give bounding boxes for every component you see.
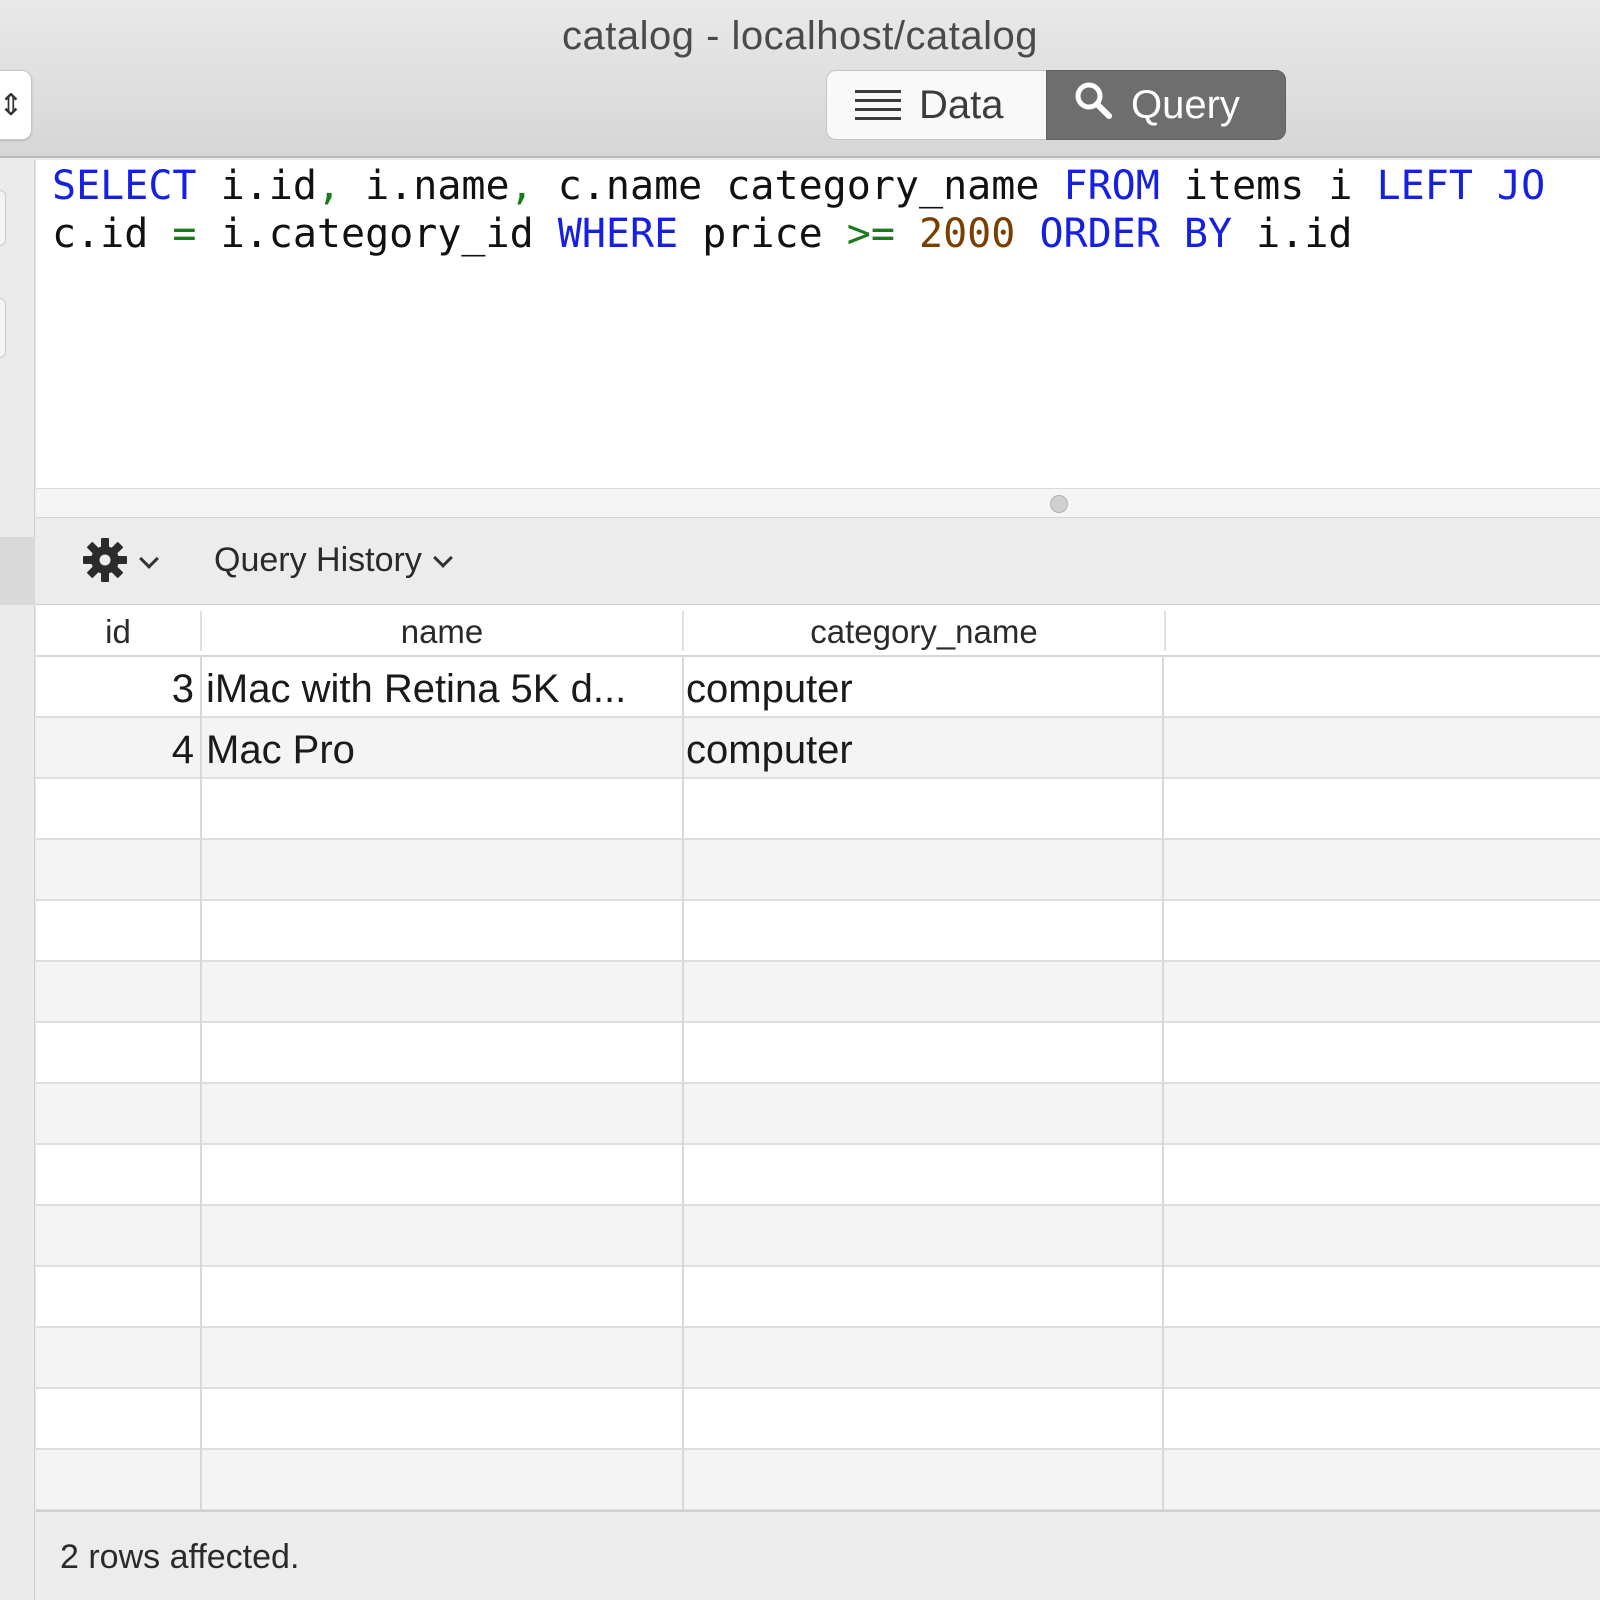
table-row[interactable]	[36, 1389, 1600, 1450]
sql-token: i.name	[341, 163, 510, 209]
cell-id[interactable]: 4	[36, 728, 194, 773]
column-gridline	[200, 657, 202, 1510]
column-header-name[interactable]: name	[202, 613, 682, 651]
list-lines-icon	[855, 84, 901, 126]
column-gridline	[682, 657, 684, 1510]
sql-token: SELECT	[52, 163, 197, 209]
cell-name[interactable]: Mac Pro	[206, 728, 676, 773]
chevron-down-icon	[432, 547, 453, 568]
column-separator[interactable]	[1164, 611, 1166, 651]
query-history-button[interactable]: Query History	[214, 541, 453, 580]
cell-id[interactable]: 3	[36, 667, 194, 712]
sql-token: price	[678, 211, 847, 257]
sql-token: c.name category_name	[533, 163, 1064, 209]
table-row[interactable]	[36, 962, 1600, 1023]
sql-token: WHERE	[557, 211, 679, 257]
sql-token: c.id	[52, 211, 173, 257]
table-row[interactable]	[36, 1450, 1600, 1510]
tab-data[interactable]: Data	[826, 70, 1046, 140]
sql-token: i.id	[196, 163, 317, 209]
sql-token: 2000	[919, 211, 1016, 257]
column-header-id[interactable]: id	[36, 613, 200, 651]
query-history-label: Query History	[214, 541, 422, 579]
window-titlebar: catalog - localhost/catalog ⇕ Data Query	[0, 0, 1600, 158]
sidebar-control[interactable]	[0, 190, 6, 246]
sql-token: =	[172, 211, 197, 257]
table-row[interactable]	[36, 779, 1600, 840]
sql-token: FROM	[1063, 163, 1160, 209]
query-toolbar: Query History	[36, 519, 1600, 605]
table-row[interactable]	[36, 1145, 1600, 1206]
sql-line-2: c.id = i.category_id WHERE price >= 2000…	[52, 210, 1545, 258]
table-row[interactable]: 3 iMac with Retina 5K d... computer	[36, 657, 1600, 718]
table-row[interactable]: 4 Mac Pro computer	[36, 718, 1600, 779]
window-title: catalog - localhost/catalog	[562, 14, 1038, 58]
sql-token: i.category_id	[196, 211, 558, 257]
column-gridline	[1162, 657, 1164, 1510]
chevron-up-down-icon: ⇕	[0, 88, 24, 122]
table-row[interactable]	[36, 1023, 1600, 1084]
table-row[interactable]	[36, 1328, 1600, 1389]
column-header-category-name[interactable]: category_name	[684, 613, 1164, 651]
tab-query-label: Query	[1131, 82, 1240, 127]
table-body: 3 iMac with Retina 5K d... computer 4 Mac Pr…	[36, 657, 1600, 1510]
search-icon	[1073, 80, 1113, 130]
status-text: 2 rows affected.	[60, 1538, 300, 1576]
table-row[interactable]	[36, 1206, 1600, 1267]
cell-name[interactable]: iMac with Retina 5K d...	[206, 667, 676, 712]
sql-token: >=	[846, 211, 895, 257]
sql-token: ,	[509, 163, 534, 209]
gear-menu-button[interactable]	[82, 537, 159, 588]
sql-token: items i	[1159, 163, 1377, 209]
sql-editor[interactable]: SELECT i.id, i.name, c.name category_nam…	[36, 160, 1600, 488]
results-table[interactable]: id name category_name 3 iMac with Retina …	[36, 605, 1600, 1510]
gear-icon	[82, 537, 128, 588]
status-bar: 2 rows affected.	[36, 1510, 1600, 1600]
divider-handle[interactable]	[1050, 495, 1068, 513]
table-row[interactable]	[36, 1267, 1600, 1328]
table-row[interactable]	[36, 901, 1600, 962]
sql-text[interactable]: SELECT i.id, i.name, c.name category_nam…	[52, 162, 1545, 258]
tab-query[interactable]: Query	[1046, 70, 1286, 140]
sql-token: LEFT JO	[1376, 163, 1546, 209]
cell-category-name[interactable]: computer	[686, 728, 1156, 773]
table-row[interactable]	[36, 1084, 1600, 1145]
sql-token: i.id	[1232, 211, 1353, 257]
sidebar-control[interactable]	[0, 298, 6, 358]
sidebar	[0, 160, 35, 1600]
split-view-divider[interactable]	[36, 488, 1600, 518]
database-selector-stepper[interactable]: ⇕	[0, 70, 32, 140]
chevron-down-icon	[139, 549, 159, 569]
tab-data-label: Data	[919, 82, 1004, 127]
sql-token: ,	[316, 163, 342, 209]
sql-line-1: SELECT i.id, i.name, c.name category_nam…	[52, 162, 1545, 210]
table-row[interactable]	[36, 840, 1600, 901]
cell-category-name[interactable]: computer	[686, 667, 1156, 712]
table-header: id name category_name	[36, 605, 1600, 657]
sidebar-selected-item[interactable]	[0, 537, 35, 605]
sql-token: ORDER BY	[1039, 211, 1233, 257]
